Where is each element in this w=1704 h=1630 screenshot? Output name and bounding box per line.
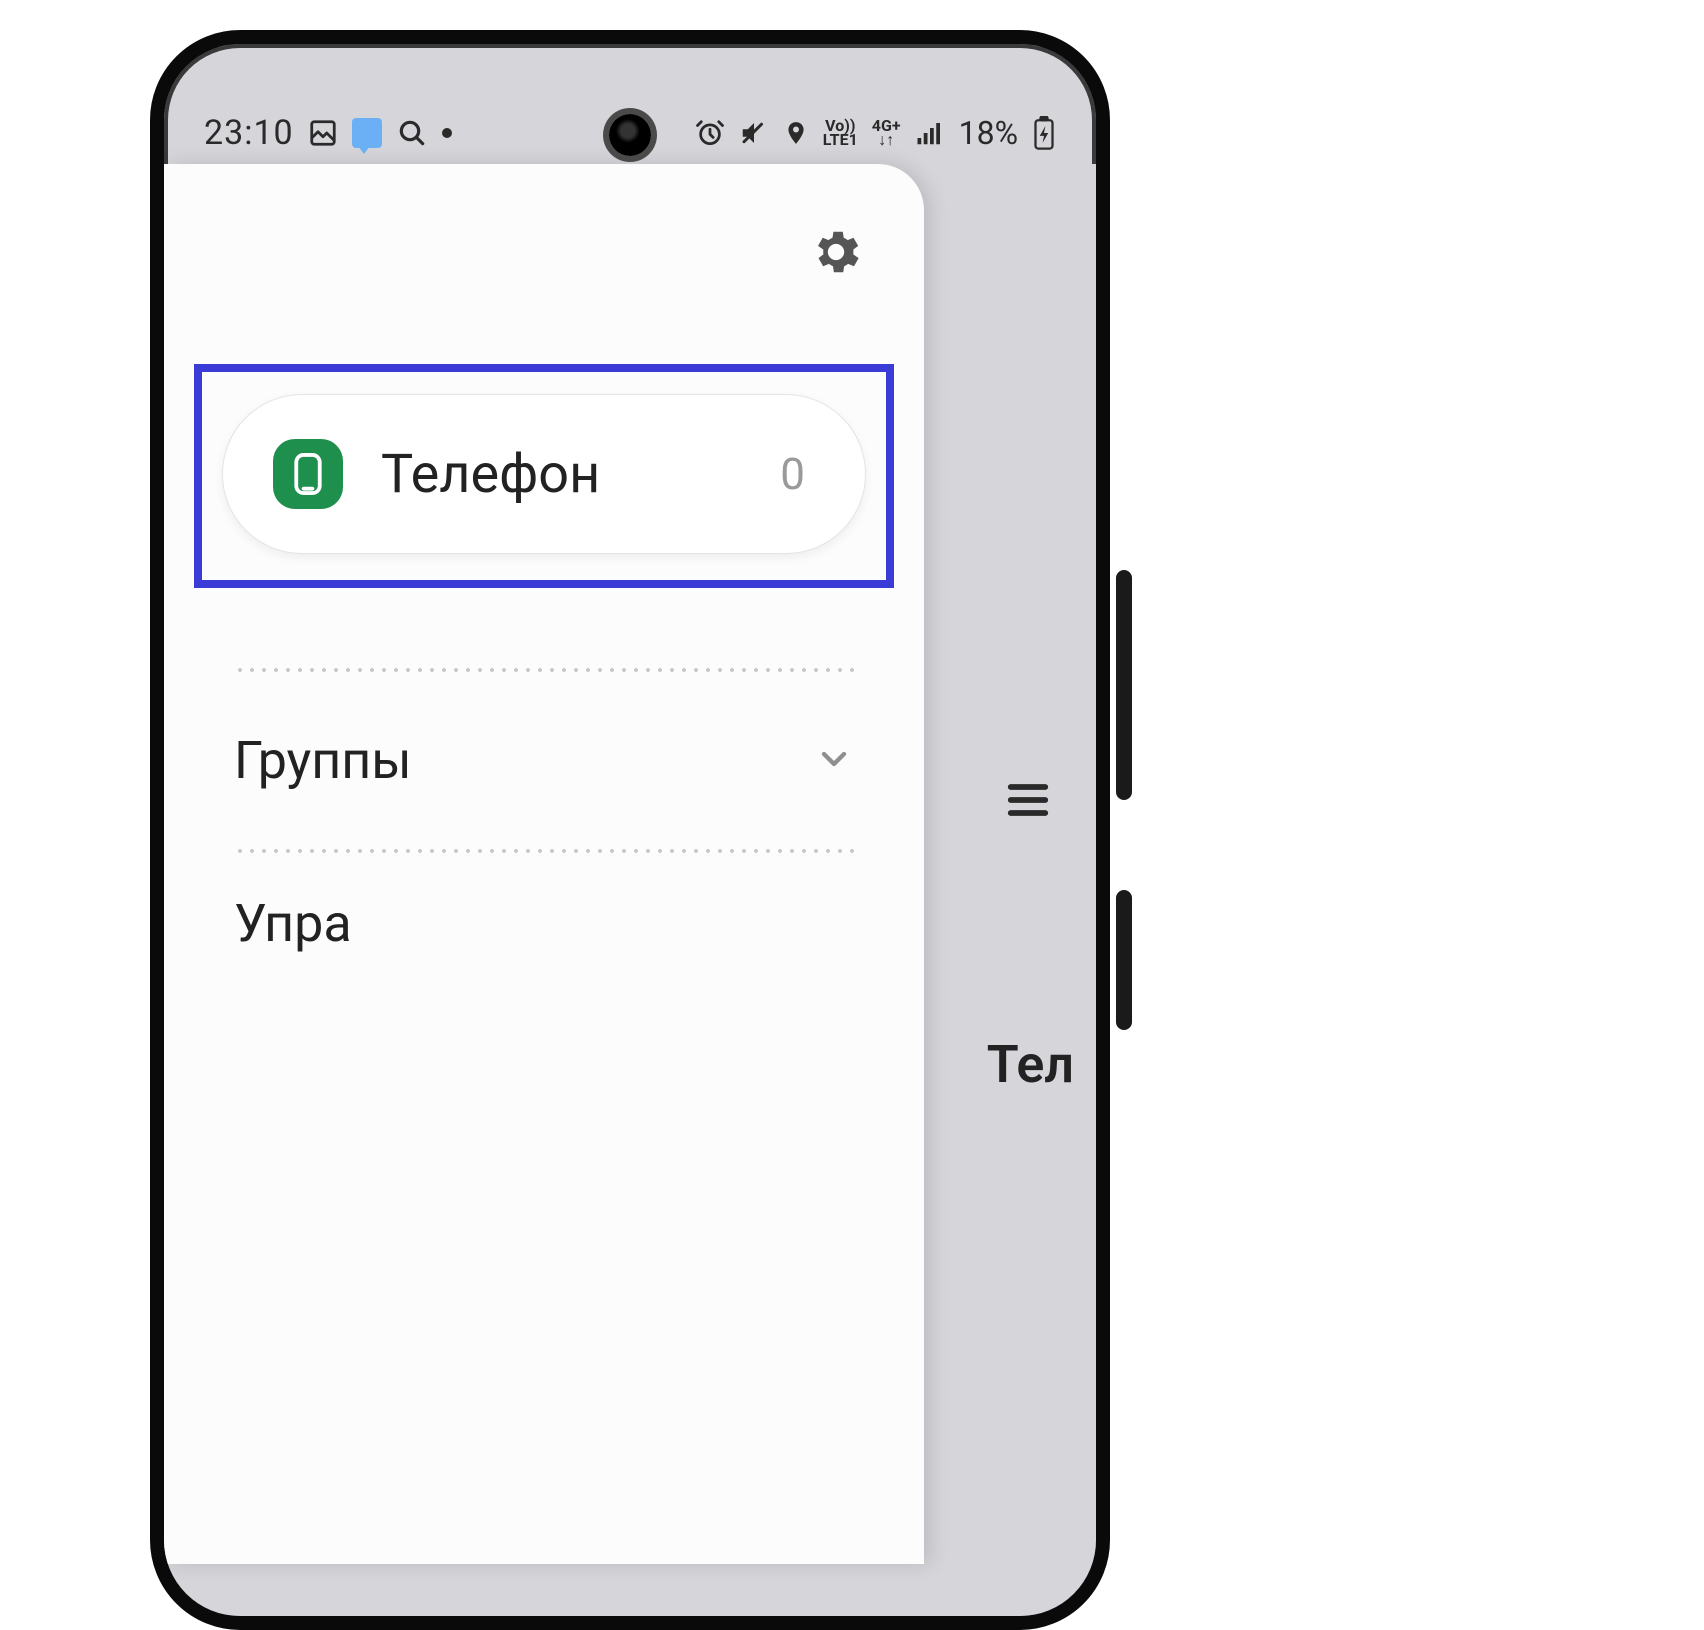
messages-icon [352, 118, 382, 148]
chevron-down-icon [814, 739, 854, 783]
groups-label: Группы [234, 730, 412, 791]
account-phone-count: 0 [780, 448, 805, 500]
account-phone-label: Телефон [381, 443, 780, 506]
volume-button[interactable] [1116, 570, 1132, 800]
annotation-highlight: Телефон 0 [194, 364, 894, 588]
status-time: 23:10 [204, 113, 294, 153]
battery-percent: 18% [959, 114, 1018, 152]
navigation-drawer: Телефон 0 Группы Упра [164, 164, 924, 1564]
location-icon [783, 118, 809, 148]
account-phone-card[interactable]: Телефон 0 [222, 394, 866, 554]
groups-row[interactable]: Группы [164, 672, 924, 849]
hamburger-menu-icon[interactable] [1002, 774, 1054, 830]
gallery-icon [308, 118, 338, 148]
manage-contacts-row-partial[interactable]: Упра [164, 853, 924, 954]
phone-app-icon [273, 439, 343, 509]
more-notifications-dot [442, 128, 452, 138]
signal-icon [915, 118, 945, 148]
phone-frame: 23:10 Vo)) LTE1 [150, 30, 1110, 1630]
data-indicator: 4G+ ↓↑ [872, 119, 901, 147]
alarm-icon [695, 118, 725, 148]
search-icon [396, 117, 428, 149]
mute-icon [739, 118, 769, 148]
battery-charging-icon [1032, 116, 1056, 150]
settings-gear-icon[interactable] [808, 224, 864, 284]
background-title-partial: Тел [987, 1034, 1074, 1095]
volte-indicator: Vo)) LTE1 [823, 119, 858, 147]
power-button[interactable] [1116, 890, 1132, 1030]
front-camera-hole [609, 114, 651, 156]
